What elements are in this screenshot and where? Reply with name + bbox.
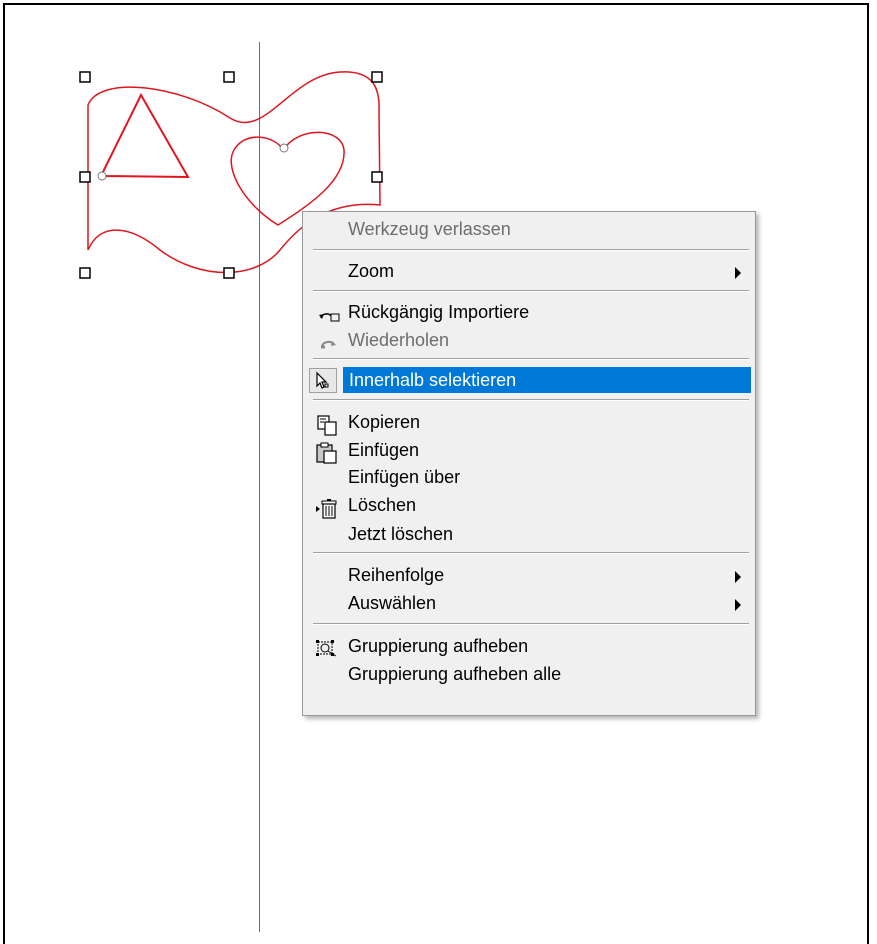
menu-item-order[interactable]: Reihenfolge bbox=[305, 562, 753, 588]
menu-item-undo[interactable]: Rückgängig Importiere bbox=[305, 299, 753, 325]
undo-icon bbox=[312, 304, 342, 326]
selection-handle[interactable] bbox=[223, 267, 235, 279]
menu-item-ungroup[interactable]: Gruppierung aufheben bbox=[305, 633, 753, 659]
menu-item-paste[interactable]: Einfügen bbox=[305, 437, 753, 464]
select-inside-icon bbox=[309, 368, 337, 393]
node-point[interactable] bbox=[97, 171, 107, 181]
menu-item-label: Auswählen bbox=[348, 593, 437, 613]
menu-item-copy[interactable]: Kopieren bbox=[305, 409, 753, 436]
menu-item-label: Kopieren bbox=[348, 412, 421, 432]
menu-item-select-inside[interactable]: Innerhalb selektieren bbox=[343, 367, 751, 393]
menu-separator bbox=[313, 623, 749, 625]
menu-item-label: Gruppierung aufheben alle bbox=[348, 664, 562, 684]
menu-item-exit-tool[interactable]: Werkzeug verlassen bbox=[305, 216, 753, 242]
menu-item-label: Löschen bbox=[348, 495, 417, 515]
menu-item-label: Reihenfolge bbox=[348, 565, 445, 585]
menu-item-label: Innerhalb selektieren bbox=[349, 370, 517, 390]
context-menu: Werkzeug verlassen Zoom Rückgängig Impor… bbox=[302, 211, 756, 716]
menu-item-redo[interactable]: Wiederholen bbox=[305, 327, 753, 353]
menu-item-label: Wiederholen bbox=[348, 330, 450, 350]
menu-item-select[interactable]: Auswählen bbox=[305, 590, 753, 616]
menu-item-label: Zoom bbox=[348, 261, 395, 281]
menu-item-ungroup-all[interactable]: Gruppierung aufheben alle bbox=[305, 661, 753, 687]
submenu-arrow-icon bbox=[735, 571, 741, 583]
ungroup-icon bbox=[312, 638, 342, 660]
menu-item-zoom[interactable]: Zoom bbox=[305, 258, 753, 284]
menu-separator bbox=[313, 399, 749, 401]
selection-handle[interactable] bbox=[79, 171, 91, 183]
selection-handle[interactable] bbox=[79, 71, 91, 83]
submenu-arrow-icon bbox=[735, 599, 741, 611]
selection-handle[interactable] bbox=[223, 71, 235, 83]
menu-item-paste-over[interactable]: Einfügen über bbox=[305, 464, 753, 490]
menu-item-label: Rückgängig Importiere bbox=[348, 302, 530, 322]
menu-item-label: Einfügen bbox=[348, 440, 420, 460]
drawing-canvas[interactable]: Werkzeug verlassen Zoom Rückgängig Impor… bbox=[0, 0, 877, 944]
menu-separator bbox=[313, 290, 749, 292]
menu-separator bbox=[313, 358, 749, 360]
menu-item-label: Gruppierung aufheben bbox=[348, 636, 529, 656]
menu-separator bbox=[313, 552, 749, 554]
menu-item-label: Einfügen über bbox=[348, 467, 461, 487]
paste-icon bbox=[312, 442, 342, 464]
triangle-shape[interactable] bbox=[99, 92, 190, 179]
submenu-arrow-icon bbox=[735, 267, 741, 279]
selection-handle[interactable] bbox=[79, 267, 91, 279]
menu-separator bbox=[313, 249, 749, 251]
copy-icon bbox=[312, 414, 342, 436]
selection-handle[interactable] bbox=[371, 171, 383, 183]
selection-handle[interactable] bbox=[371, 71, 383, 83]
delete-icon bbox=[312, 497, 342, 519]
menu-item-label: Werkzeug verlassen bbox=[348, 219, 511, 239]
redo-icon bbox=[312, 332, 342, 354]
node-point[interactable] bbox=[279, 143, 289, 153]
menu-item-delete-now[interactable]: Jetzt löschen bbox=[305, 521, 753, 547]
menu-item-label: Jetzt löschen bbox=[348, 524, 454, 544]
menu-item-delete[interactable]: Löschen bbox=[305, 492, 753, 519]
